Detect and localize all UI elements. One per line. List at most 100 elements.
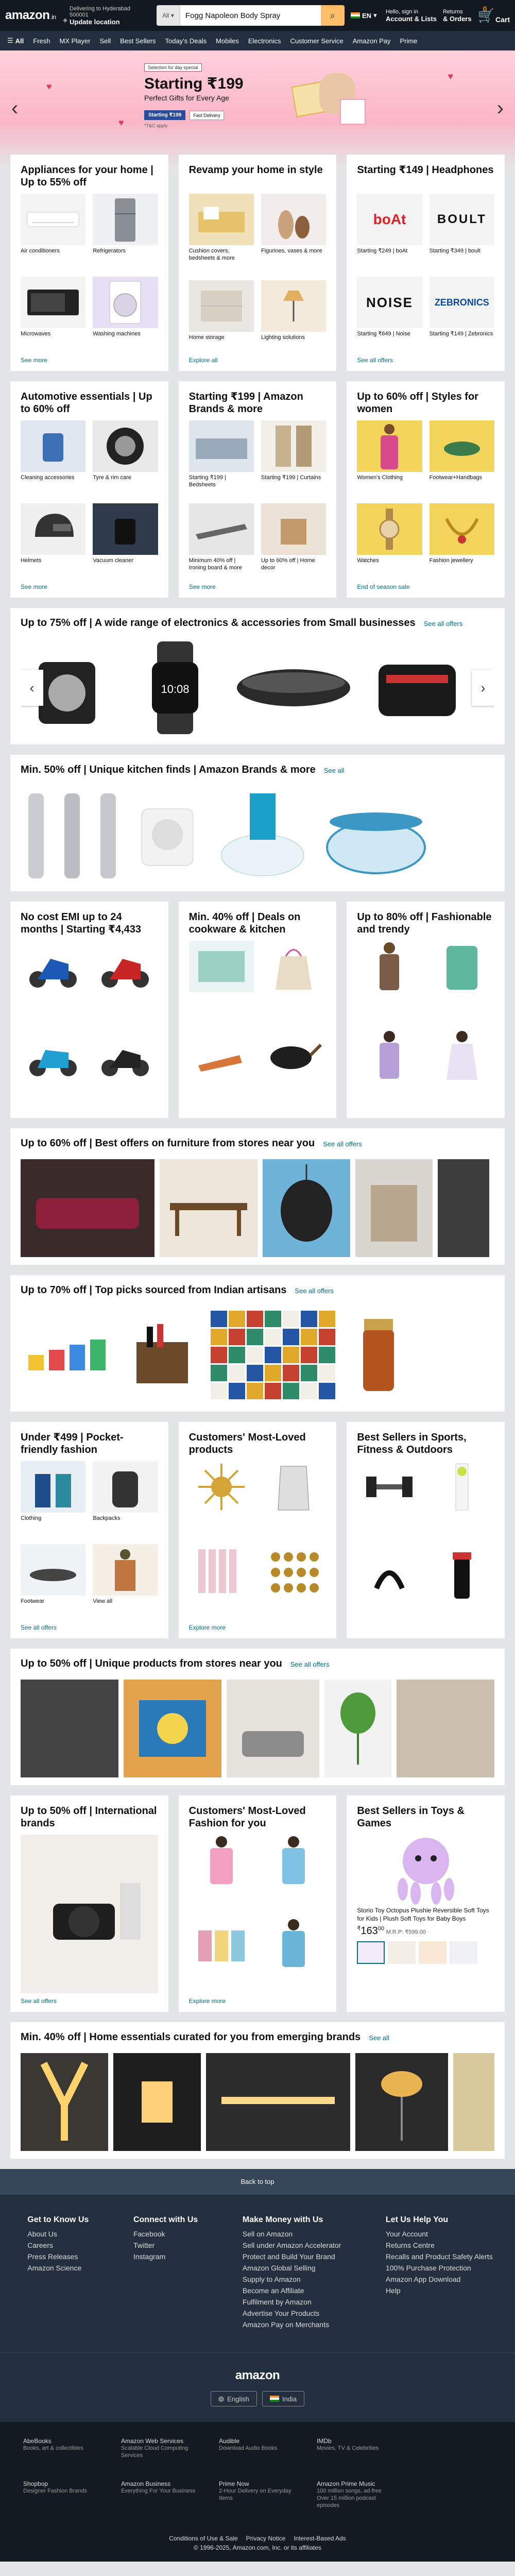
category-tile[interactable]: Washing machines xyxy=(93,277,158,352)
emi-card[interactable]: No cost EMI up to 24 months | Starting ₹… xyxy=(10,902,168,1118)
subnav-item[interactable]: Prime xyxy=(400,37,417,45)
thumbnail[interactable] xyxy=(419,1941,447,1964)
carousel-prev-icon[interactable]: ‹ xyxy=(21,670,43,706)
sports-bestsellers-card[interactable]: Best Sellers in Sports, Fitness & Outdoo… xyxy=(347,1422,505,1638)
subnav-item[interactable]: Mobiles xyxy=(216,37,239,45)
most-loved-card[interactable]: Customers' Most-Loved products Explore m… xyxy=(178,1422,337,1638)
headphones-card[interactable]: Starting ₹149 | Headphones boAt Starting … xyxy=(347,155,505,371)
search-submit-button[interactable]: ⌕ xyxy=(321,5,345,26)
category-tile[interactable]: View all xyxy=(93,1544,158,1620)
brand-tile[interactable]: boAt Starting ₹249 | boAt xyxy=(357,194,422,269)
footer-link[interactable]: Supply to Amazon xyxy=(243,2275,341,2283)
brand-tile[interactable]: NOISE Starting ₹649 | Noise xyxy=(357,277,422,352)
language-selector[interactable]: EN ▾ xyxy=(351,11,380,20)
category-tile[interactable]: Backpacks xyxy=(93,1461,158,1537)
category-tile[interactable]: Cushion covers, bedsheets & more xyxy=(188,194,254,273)
product-image[interactable] xyxy=(438,1159,489,1257)
explore-more-link[interactable]: Explore more xyxy=(189,1624,327,1631)
subnav-item[interactable]: Sell xyxy=(99,37,111,45)
carousel-next-icon[interactable]: › xyxy=(472,670,494,706)
product-image[interactable] xyxy=(366,639,469,737)
product-title[interactable]: Storio Toy Octopus Plushie Reversible So… xyxy=(357,1907,494,1923)
product-carousel[interactable] xyxy=(21,783,494,886)
amazon-brands-card[interactable]: Starting ₹199 | Amazon Brands & more Sta… xyxy=(178,381,337,598)
product-image[interactable] xyxy=(124,1680,221,1777)
category-tile[interactable]: Up to 60% off | Home decor xyxy=(261,503,327,579)
category-tile[interactable]: Vacuum cleaner xyxy=(93,503,158,579)
footer-link[interactable]: Twitter xyxy=(133,2241,198,2249)
footer-link[interactable]: 100% Purchase Protection xyxy=(386,2264,493,2272)
footer-link[interactable]: Advertise Your Products xyxy=(243,2309,341,2317)
home-style-card[interactable]: Revamp your home in style Cushion covers… xyxy=(178,155,337,371)
search-input[interactable] xyxy=(180,5,321,26)
product-image[interactable] xyxy=(93,786,124,884)
service-link[interactable]: Amazon Prime Music 100 million songs, ad-… xyxy=(317,2480,394,2510)
product-image[interactable] xyxy=(113,2053,201,2151)
product-image[interactable]: 10:08 xyxy=(129,639,221,737)
returns-orders-link[interactable]: Returns & Orders xyxy=(443,9,472,23)
product-image[interactable] xyxy=(355,2053,448,2151)
product-image[interactable] xyxy=(227,639,360,737)
see-all-offers-link[interactable]: See all offers xyxy=(295,1287,334,1295)
footer-link[interactable]: Instagram xyxy=(133,2252,198,2261)
footer-link[interactable]: Returns Centre xyxy=(386,2241,493,2249)
product-image[interactable] xyxy=(211,786,314,884)
toys-bestsellers-card[interactable]: Best Sellers in Toys & Games Storio Toy … xyxy=(347,1795,505,2012)
back-to-top-button[interactable]: Back to top xyxy=(0,2169,515,2195)
subnav-item[interactable]: Electronics xyxy=(248,37,281,45)
service-link[interactable]: IMDb Movies, TV & Celebrities xyxy=(317,2437,394,2460)
see-all-offers-link[interactable]: See all offers xyxy=(323,1140,362,1148)
product-image[interactable] xyxy=(21,2053,108,2151)
cookware-card[interactable]: Min. 40% off | Deals on cookware & kitch… xyxy=(178,902,337,1118)
product-carousel[interactable] xyxy=(21,2050,494,2154)
explore-more-link[interactable]: Explore more xyxy=(189,1997,327,2005)
product-image[interactable] xyxy=(21,786,52,884)
thumbnail[interactable] xyxy=(450,1941,478,1964)
pocket-fashion-card[interactable]: Under ₹499 | Pocket-friendly fashion Clo… xyxy=(10,1422,168,1638)
category-tile[interactable]: Air conditioners xyxy=(21,194,86,269)
legal-link[interactable]: Conditions of Use & Sale xyxy=(169,2535,237,2542)
category-tile[interactable]: Cleaning accessories xyxy=(21,420,86,496)
footer-link[interactable]: Recalls and Product Safety Alerts xyxy=(386,2252,493,2261)
product-image[interactable] xyxy=(206,2053,350,2151)
appliances-card[interactable]: Appliances for your home | Up to 55% off… xyxy=(10,155,168,371)
subnav-item[interactable]: Amazon Pay xyxy=(353,37,391,45)
cart-button[interactable]: 🛒 0 Cart xyxy=(478,5,510,24)
service-link[interactable]: Prime Now 2-Hour Delivery on Everyday Ite… xyxy=(219,2480,296,2510)
brand-tile[interactable]: BOULT Starting ₹349 | boult xyxy=(429,194,494,269)
category-tile[interactable]: Starting ₹199 | Curtains xyxy=(261,420,327,496)
footer-link[interactable]: Fulfilment by Amazon xyxy=(243,2298,341,2306)
product-image[interactable] xyxy=(319,786,433,884)
footer-link[interactable]: Amazon App Download xyxy=(386,2275,493,2283)
product-image[interactable] xyxy=(21,1680,118,1777)
international-brands-card[interactable]: Up to 50% off | International brands See… xyxy=(10,1795,168,2012)
see-more-link[interactable]: See more xyxy=(189,583,327,590)
footer-amazon-logo[interactable]: amazon xyxy=(235,2368,280,2383)
language-button[interactable]: ◍ English xyxy=(210,2391,257,2406)
service-link[interactable]: Audible Download Audio Books xyxy=(219,2437,296,2460)
see-more-link[interactable]: See more xyxy=(21,583,158,590)
subnav-item[interactable]: MX Player xyxy=(60,37,91,45)
see-all-offers-link[interactable]: See all offers xyxy=(357,357,494,364)
thumbnail[interactable] xyxy=(388,1941,416,1964)
product-image[interactable] xyxy=(21,1306,118,1404)
category-tile[interactable]: Tyre & rim care xyxy=(93,420,158,496)
footer-link[interactable]: Amazon Pay on Merchants xyxy=(243,2320,341,2329)
delivery-location[interactable]: ⌖ Delivering to Hyderabad 500001 Update l… xyxy=(63,6,150,26)
search-category-dropdown[interactable]: All ▾ xyxy=(157,5,180,26)
service-link[interactable]: Amazon Business Everything For Your Busin… xyxy=(121,2480,198,2510)
see-more-link[interactable]: See more xyxy=(21,357,158,364)
footer-link[interactable]: About Us xyxy=(27,2230,89,2238)
carousel-next-icon[interactable]: › xyxy=(497,97,504,120)
category-tile[interactable]: Lighting solutions xyxy=(261,280,327,352)
category-tile[interactable]: Refrigerators xyxy=(93,194,158,269)
product-image[interactable] xyxy=(324,1680,391,1777)
product-image[interactable] xyxy=(345,1306,412,1404)
product-image[interactable] xyxy=(57,786,88,884)
product-image[interactable] xyxy=(206,1306,340,1404)
see-all-link[interactable]: See all xyxy=(324,767,345,774)
category-tile[interactable]: Clothing xyxy=(21,1461,86,1537)
product-image[interactable] xyxy=(129,786,206,884)
fashion-trendy-card[interactable]: Up to 80% off | Fashionable and trendy xyxy=(347,902,505,1118)
product-carousel[interactable]: ‹ 10:08 › xyxy=(21,636,494,739)
